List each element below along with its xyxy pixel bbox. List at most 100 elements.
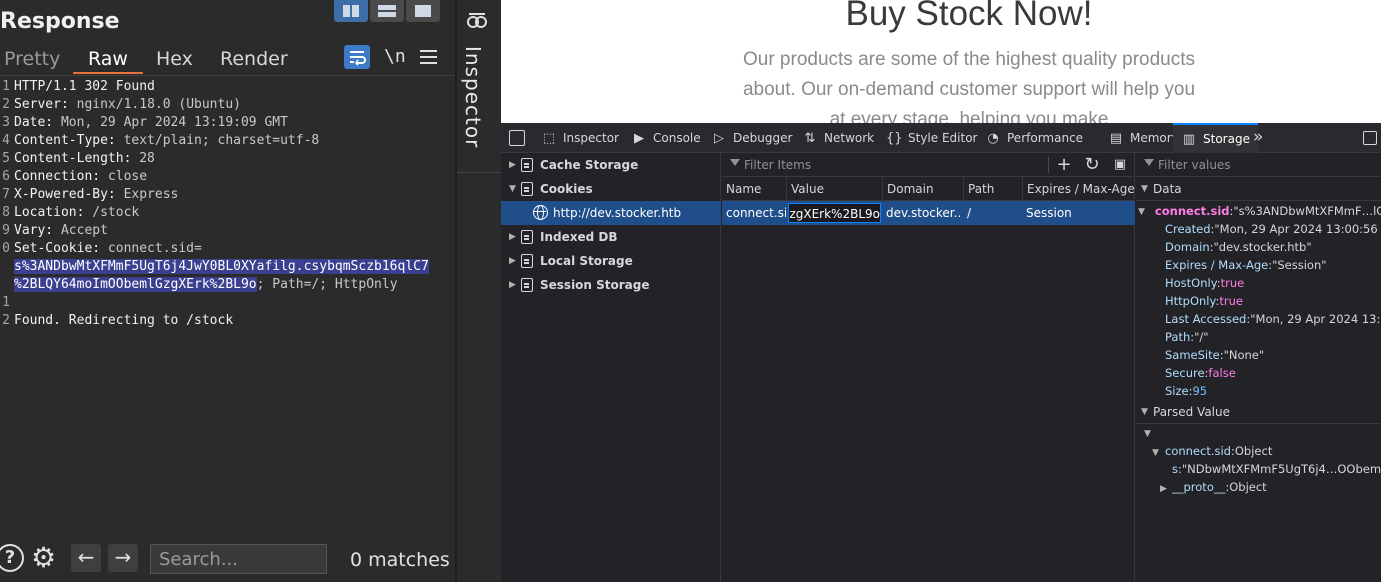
line-number: 2: [2, 97, 10, 112]
cell-path[interactable]: /: [963, 201, 1022, 225]
cell-domain[interactable]: dev.stocker.…: [882, 201, 960, 225]
inspector-side-tab[interactable]: Inspector: [457, 0, 501, 582]
tree-item-session-storage[interactable]: ▶ Session Storage: [501, 273, 721, 297]
chevron-down-icon: ▼: [1138, 207, 1145, 217]
inspector-icon: ⬚: [542, 131, 556, 146]
search-input[interactable]: [150, 544, 327, 574]
highlighted-cookie-value[interactable]: %2BLQY64moImOObemlGzgXErk%2BL9o: [14, 277, 257, 292]
console-icon: ▶: [634, 131, 644, 146]
arrow-left-icon: ←: [77, 545, 95, 569]
column-expires[interactable]: Expires / Max-Age: [1022, 177, 1135, 201]
line-number: 2: [2, 313, 10, 328]
line-number: 1: [2, 79, 10, 94]
cookie-prop-created[interactable]: Created:"Mon, 29 Apr 2024 13:00:56 GMT": [1165, 220, 1381, 238]
help-icon[interactable]: ?: [0, 544, 24, 572]
parsed-object-row[interactable]: connect.sid:Object: [1165, 442, 1272, 460]
chevron-down-icon[interactable]: ▼: [1152, 448, 1159, 458]
storage-db-icon: [521, 182, 533, 196]
page-heading: Buy Stock Now!: [845, 0, 1093, 33]
chevron-right-icon[interactable]: ▶: [1160, 484, 1167, 494]
tree-item-cache-storage[interactable]: ▶ Cache Storage: [501, 153, 721, 177]
show-newlines-button[interactable]: \n: [384, 46, 406, 67]
cookie-prop-domain[interactable]: Domain:"dev.stocker.htb": [1165, 238, 1312, 256]
overflow-chevron-icon[interactable]: »: [1253, 127, 1263, 147]
cell-value-editor[interactable]: nlGzgXErk%2BL9o: [788, 203, 881, 223]
tab-raw[interactable]: Raw: [73, 44, 143, 74]
previous-match-button[interactable]: ←: [71, 544, 101, 572]
devtools-tab-network[interactable]: ⇅ Network: [802, 123, 875, 153]
cell-name[interactable]: connect.sid: [722, 201, 786, 225]
next-match-button[interactable]: →: [108, 544, 138, 572]
devtools-tab-style-editor[interactable]: {} Style Editor: [886, 123, 977, 153]
cookie-entry-row[interactable]: ▼connect.sid:"s%3ANDbwMtXFMmF…lGzgXErk%2…: [1138, 202, 1381, 220]
add-item-icon[interactable]: +: [1054, 155, 1074, 175]
cookie-prop-expires-max-age[interactable]: Expires / Max-Age:"Session": [1165, 256, 1327, 274]
web-page[interactable]: Buy Stock Now! Our products are some of …: [501, 0, 1381, 123]
tree-item-http-dev-stocker-htb[interactable]: http://dev.stocker.htb: [501, 201, 721, 225]
line-number: 9: [2, 223, 10, 238]
gear-icon[interactable]: ⚙: [31, 543, 56, 573]
column-name[interactable]: Name: [722, 177, 786, 201]
column-path[interactable]: Path: [963, 177, 1022, 201]
response-line: Found. Redirecting to /stock: [14, 313, 234, 328]
table-header: Name Value Domain Path Expires / Max-Age: [722, 177, 1135, 201]
parsed-proto-row[interactable]: __proto__:Object: [1172, 478, 1267, 496]
devtools-tab-console[interactable]: ▶ Console: [631, 123, 701, 153]
split-view-toggle[interactable]: [334, 0, 368, 22]
devtools-tab-performance[interactable]: ◔ Performance: [985, 123, 1083, 153]
filter-items-input[interactable]: [744, 156, 1044, 174]
chevron-right-icon[interactable]: ▶: [509, 249, 516, 273]
response-line: Vary: Accept: [14, 223, 108, 238]
element-picker-icon[interactable]: [509, 130, 525, 146]
chevron-down-icon: ▼: [1141, 407, 1148, 417]
cookie-prop-size[interactable]: Size:95: [1165, 382, 1207, 400]
parsed-s-row[interactable]: s:"NDbwMtXFMmF5UgT6j4…OObemlGzgXErk%2BL9…: [1172, 460, 1381, 478]
tab-hex[interactable]: Hex: [156, 44, 193, 74]
tree-item-cookies[interactable]: ▼ Cookies: [501, 177, 721, 201]
horizontal-view-toggle[interactable]: [370, 0, 404, 22]
cookies-table: + ↻ ▣ Name Value Domain Path Expires / M…: [722, 153, 1135, 582]
devtools-tab-memory[interactable]: ▤ Memory: [1108, 123, 1179, 153]
cookie-prop-last-accessed[interactable]: Last Accessed:"Mon, 29 Apr 2024 13:20:15…: [1165, 310, 1381, 328]
response-body[interactable]: 1 HTTP/1.1 302 Found 2 Server: nginx/1.18.0…: [0, 78, 455, 528]
chevron-right-icon[interactable]: ▶: [509, 153, 516, 177]
devtools-tab-debugger[interactable]: ▷ Debugger: [711, 123, 792, 153]
cookie-prop-hostonly[interactable]: HostOnly:true: [1165, 274, 1244, 292]
cookie-prop-secure[interactable]: Secure:false: [1165, 364, 1236, 382]
highlighted-cookie-value[interactable]: s%3ANDbwMtXFMmF5UgT6j4JwY0BL0XYafilg.csy…: [14, 259, 429, 274]
storage-icon: ▥: [1182, 132, 1196, 147]
tab-render[interactable]: Render: [220, 44, 288, 74]
devtools-tab-storage[interactable]: ▥ Storage: [1173, 123, 1258, 153]
single-view-toggle[interactable]: [406, 0, 440, 22]
chevron-down-icon[interactable]: ▼: [509, 177, 516, 201]
chevron-down-icon[interactable]: ▼: [1144, 429, 1151, 439]
toggle-sidebar-icon[interactable]: ▣: [1110, 155, 1130, 175]
data-section-header[interactable]: ▼ Data: [1136, 177, 1381, 201]
response-line: %2BLQY64moImOObemlGzgXErk%2BL9o; Path=/;…: [14, 277, 398, 292]
style-editor-icon: {}: [886, 131, 903, 146]
parsed-value-header[interactable]: ▼ Parsed Value: [1136, 400, 1381, 424]
devtools-tab-inspector[interactable]: ⬚ Inspector: [541, 123, 619, 153]
tree-item-indexed-db[interactable]: ▶ Indexed DB: [501, 225, 721, 249]
cookie-prop-httponly[interactable]: HttpOnly:true: [1165, 292, 1243, 310]
table-row[interactable]: connect.sid nlGzgXErk%2BL9o dev.stocker.…: [722, 201, 1135, 225]
filter-values-input[interactable]: [1158, 156, 1368, 174]
hamburger-menu-icon[interactable]: [420, 50, 437, 64]
cookie-prop-path[interactable]: Path:"/": [1165, 328, 1209, 346]
line-number: 6: [2, 169, 10, 184]
column-domain[interactable]: Domain: [882, 177, 963, 201]
match-count: 0 matches: [350, 549, 450, 571]
debugger-icon: ▷: [714, 131, 724, 146]
chevron-right-icon[interactable]: ▶: [509, 273, 516, 297]
word-wrap-button[interactable]: [344, 45, 370, 69]
chevron-right-icon[interactable]: ▶: [509, 225, 516, 249]
cell-expires[interactable]: Session: [1022, 201, 1135, 225]
dock-options-icon[interactable]: [1363, 131, 1377, 145]
tree-item-local-storage[interactable]: ▶ Local Storage: [501, 249, 721, 273]
line-number: 5: [2, 151, 10, 166]
tab-pretty[interactable]: Pretty: [4, 44, 60, 74]
cookie-prop-samesite[interactable]: SameSite:"None": [1165, 346, 1264, 364]
column-value[interactable]: Value: [786, 177, 882, 201]
refresh-icon[interactable]: ↻: [1082, 155, 1102, 175]
storage-db-icon: [521, 278, 533, 292]
